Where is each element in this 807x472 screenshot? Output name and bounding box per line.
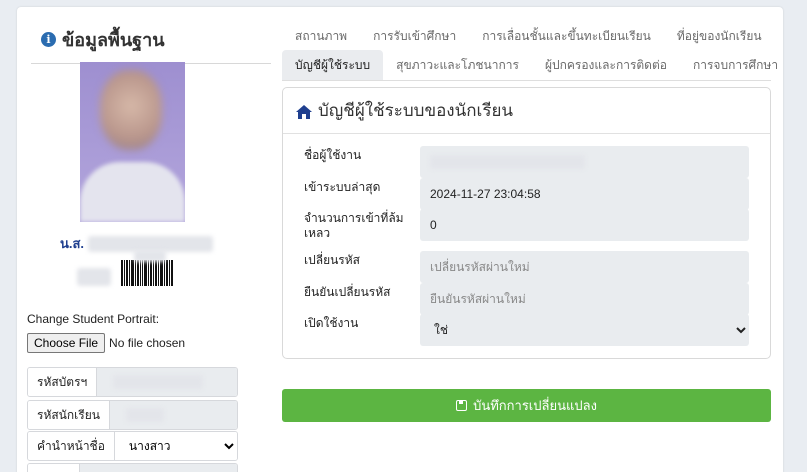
title-prefix-select[interactable]: นางสาว (114, 432, 237, 460)
change-portrait-label: Change Student Portrait: (27, 312, 160, 326)
tab-guardian[interactable]: ผู้ปกครองและการติดต่อ (532, 50, 680, 80)
title-prefix-label: คำนำหน้าชื่อ (28, 432, 115, 460)
redacted-code (77, 268, 111, 286)
tab-promotion[interactable]: การเลื่อนชั้นและขึ้นทะเบียนเรียน (469, 21, 664, 51)
enabled-label: เปิดใช้งาน (304, 316, 359, 330)
tab-user-account[interactable]: บัญชีผู้ใช้ระบบ (282, 50, 384, 80)
basic-info-section: i ข้อมูลพื้นฐาน (31, 21, 271, 64)
student-portrait (80, 62, 185, 222)
last-login-label: เข้าระบบล่าสุด (304, 180, 381, 194)
basic-info-title: i ข้อมูลพื้นฐาน (31, 21, 271, 57)
username-label: ชื่อผู้ใช้งาน (304, 148, 362, 162)
redacted-student-id (125, 408, 164, 422)
enabled-select[interactable]: ใช่ (430, 314, 749, 346)
barcode-area (77, 250, 181, 286)
main-card: i ข้อมูลพื้นฐาน น.ส. Change Student Port… (17, 7, 783, 472)
panel-header: บัญชีผู้ใช้ระบบของนักเรียน (283, 88, 770, 134)
last-login-value: 2024-11-27 23:04:58 (420, 178, 749, 210)
new-password-row: เปลี่ยนรหัส เปลี่ยนรหัสผ่านใหม่ (304, 251, 749, 283)
name-prefix: น.ส. (60, 236, 85, 251)
student-id-field: รหัสนักเรียน (27, 400, 238, 430)
new-password-label: เปลี่ยนรหัส (304, 253, 360, 267)
redacted-id-card (113, 375, 204, 389)
username-row: ชื่อผู้ใช้งาน (304, 146, 749, 178)
confirm-password-row: ยืนยันเปลี่ยนรหัส ยืนยันรหัสผ่านใหม่ (304, 283, 749, 315)
tab-status[interactable]: สถานภาพ (282, 21, 360, 51)
failed-login-value: 0 (420, 209, 749, 241)
enabled-row: เปิดใช้งาน ใช่ (304, 314, 749, 346)
user-account-panel: บัญชีผู้ใช้ระบบของนักเรียน ชื่อผู้ใช้งาน… (282, 87, 771, 359)
tab-bar: สถานภาพ การรับเข้าศึกษา การเลื่อนชั้นและ… (282, 21, 782, 80)
tab-health[interactable]: สุขภาวะและโภชนาการ (383, 50, 532, 80)
failed-login-row: จำนวนการเข้าที่ล้มเหลว 0 (304, 209, 749, 241)
choose-file-button[interactable]: Choose File (27, 333, 106, 353)
failed-login-label: จำนวนการเข้าที่ล้มเหลว (304, 211, 404, 240)
next-field (27, 463, 238, 472)
id-card-field: รหัสบัตรฯ (27, 367, 238, 397)
student-id-label: รหัสนักเรียน (28, 401, 110, 429)
barcode-image (121, 260, 181, 286)
save-button-label: บันทึกการเปลี่ยนแปลง (473, 398, 597, 413)
enabled-select-wrap: ใช่ (420, 314, 749, 346)
confirm-password-input[interactable]: ยืนยันรหัสผ่านใหม่ (420, 283, 749, 315)
save-icon (456, 400, 468, 411)
save-button[interactable]: บันทึกการเปลี่ยนแปลง (282, 389, 771, 422)
id-card-label: รหัสบัตรฯ (28, 368, 98, 396)
info-icon: i (41, 31, 56, 47)
tab-address[interactable]: ที่อยู่ของนักเรียน (664, 21, 775, 51)
portrait-file-input[interactable]: Choose File No file chosen (27, 333, 185, 353)
redacted-username (430, 155, 585, 169)
confirm-password-label: ยืนยันเปลี่ยนรหัส (304, 285, 391, 299)
username-value (420, 146, 749, 178)
new-password-input[interactable]: เปลี่ยนรหัสผ่านใหม่ (420, 251, 749, 283)
file-status: No file chosen (109, 336, 186, 350)
tab-admission[interactable]: การรับเข้าศึกษา (360, 21, 469, 51)
tab-divider (282, 80, 771, 81)
last-login-row: เข้าระบบล่าสุด 2024-11-27 23:04:58 (304, 178, 749, 210)
home-icon (296, 104, 312, 119)
title-prefix-field: คำนำหน้าชื่อ นางสาว (27, 431, 238, 461)
tab-graduation[interactable]: การจบการศึกษา (680, 50, 783, 80)
panel-title: บัญชีผู้ใช้ระบบของนักเรียน (318, 101, 514, 120)
